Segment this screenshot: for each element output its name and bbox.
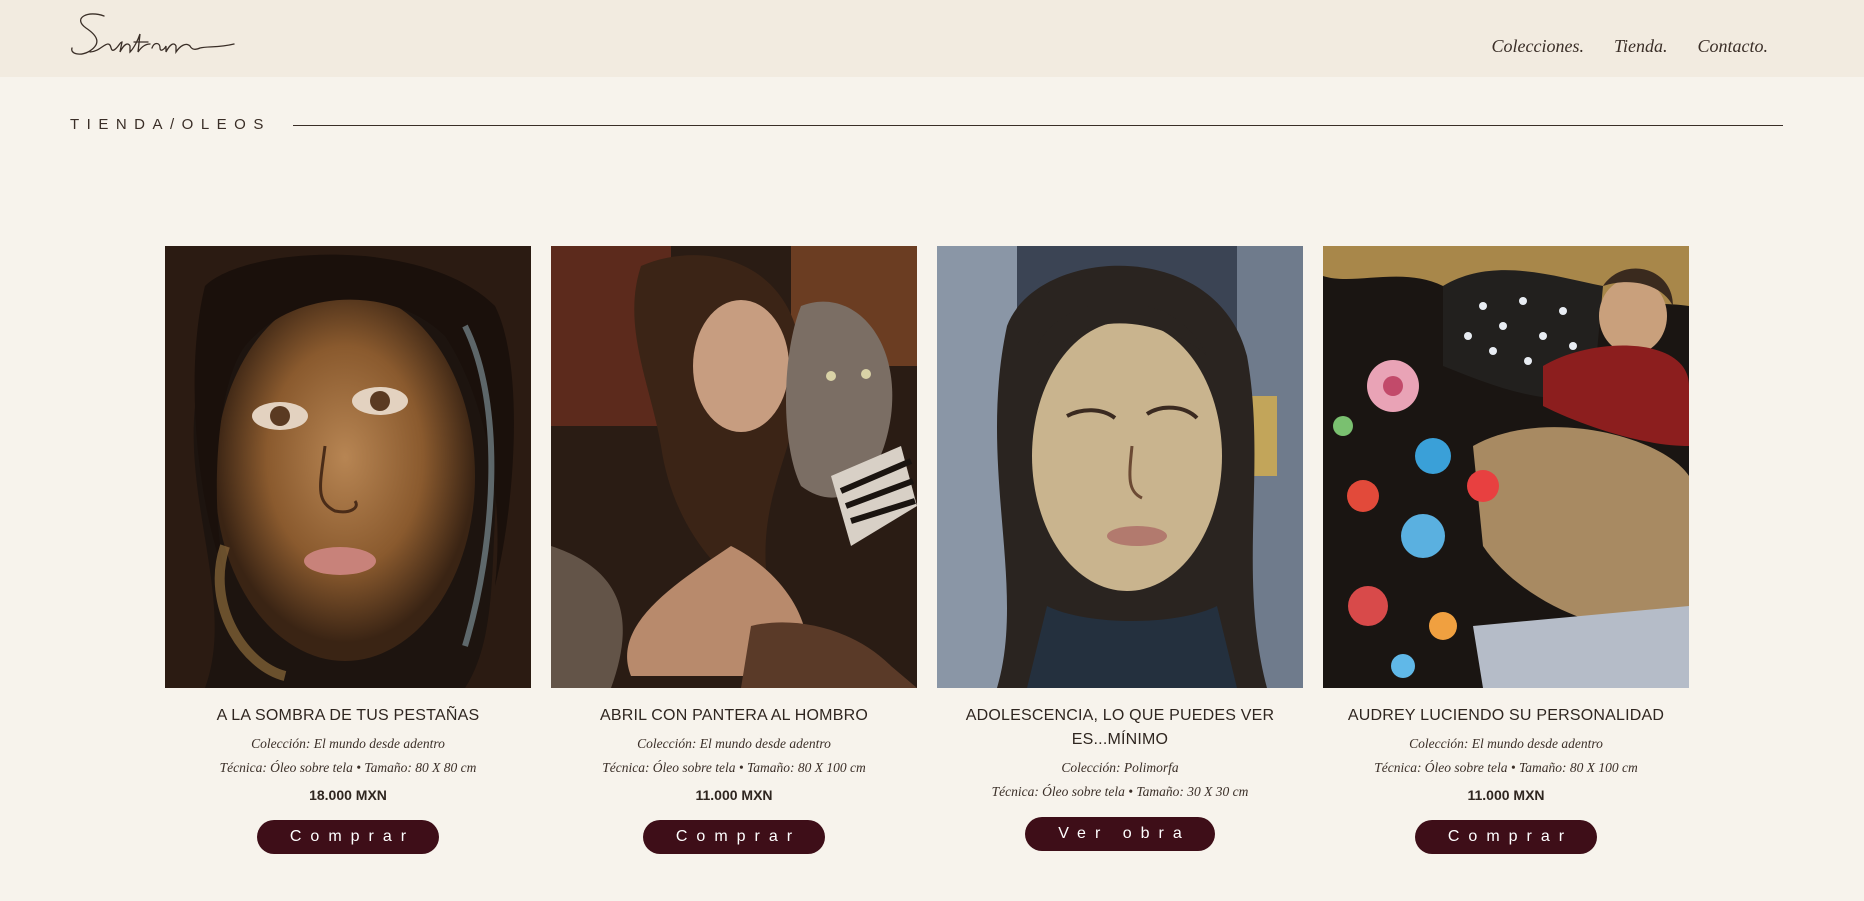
portrait-girl-dark-hair-icon	[165, 246, 531, 688]
product-title[interactable]: ADOLESCENCIA, LO QUE PUEDES VER ES...MÍN…	[937, 704, 1303, 752]
product-collection: Colección: El mundo desde adentro	[637, 736, 831, 751]
product-price: 11.000 MXN	[695, 787, 773, 803]
heading-divider	[292, 124, 1783, 126]
product-image[interactable]	[551, 246, 917, 688]
product-price: 11.000 MXN	[1467, 787, 1545, 803]
product-title[interactable]: AUDREY LUCIENDO SU PERSONALIDAD	[1323, 704, 1689, 728]
nav-tienda[interactable]: Tienda.	[1604, 35, 1668, 57]
product-image[interactable]	[1323, 246, 1689, 688]
logo-signature-icon	[71, 13, 235, 55]
logo[interactable]	[68, 8, 238, 60]
buy-button[interactable]: Comprar	[257, 820, 439, 854]
product-collection: Colección: El mundo desde adentro	[1409, 736, 1603, 751]
portrait-young-woman-icon	[937, 246, 1303, 688]
product-image[interactable]	[165, 246, 531, 688]
section-heading: TIENDA/OLEOS	[70, 112, 1783, 136]
product-collection: Colección: Polimorfa	[1061, 760, 1179, 775]
breadcrumb: TIENDA/OLEOS	[70, 115, 271, 133]
product-technique: Técnica: Óleo sobre tela • Tamaño: 30 X …	[991, 784, 1249, 799]
product-technique: Técnica: Óleo sobre tela • Tamaño: 80 X …	[602, 760, 866, 775]
portrait-girl-with-cat-icon	[551, 246, 917, 688]
buy-button[interactable]: Comprar	[1415, 820, 1597, 854]
product-technique: Técnica: Óleo sobre tela • Tamaño: 80 X …	[219, 760, 477, 775]
product-title[interactable]: A LA SOMBRA DE TUS PESTAÑAS	[165, 704, 531, 728]
product-collection: Colección: El mundo desde adentro	[251, 736, 445, 751]
product-card: AUDREY LUCIENDO SU PERSONALIDAD Colecció…	[1323, 246, 1689, 854]
main-nav: Colecciones. Tienda. Contacto.	[1492, 35, 1769, 57]
product-title[interactable]: ABRIL CON PANTERA AL HOMBRO	[551, 704, 917, 728]
view-artwork-button[interactable]: Ver obra	[1025, 817, 1215, 851]
product-card: ADOLESCENCIA, LO QUE PUEDES VER ES...MÍN…	[937, 246, 1303, 854]
site-header: Colecciones. Tienda. Contacto.	[0, 0, 1864, 77]
product-grid: A LA SOMBRA DE TUS PESTAÑAS Colección: E…	[165, 246, 1689, 854]
product-price: 18.000 MXN	[309, 787, 387, 803]
product-technique: Técnica: Óleo sobre tela • Tamaño: 80 X …	[1374, 760, 1638, 775]
product-image[interactable]	[937, 246, 1303, 688]
product-card: A LA SOMBRA DE TUS PESTAÑAS Colección: E…	[165, 246, 531, 854]
portrait-girl-floral-blanket-icon	[1323, 246, 1689, 688]
nav-contacto[interactable]: Contacto.	[1698, 36, 1769, 57]
product-card: ABRIL CON PANTERA AL HOMBRO Colección: E…	[551, 246, 917, 854]
page: Colecciones. Tienda. Contacto. TIENDA/OL…	[0, 0, 1864, 901]
nav-colecciones[interactable]: Colecciones.	[1492, 36, 1584, 57]
buy-button[interactable]: Comprar	[643, 820, 825, 854]
